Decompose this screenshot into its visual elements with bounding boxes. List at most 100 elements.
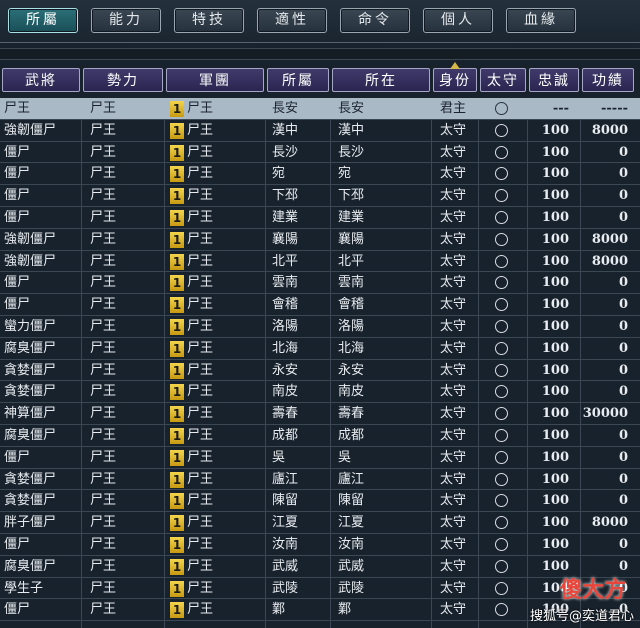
table-row[interactable]: 貪婪僵尸 尸王 尸王 永安 永安 太守 1 100 0 [0, 360, 640, 382]
corps-number-badge: 1 [170, 144, 184, 161]
cell-location: 江夏 [338, 515, 365, 531]
table-row[interactable]: 僵尸 尸王 尸王 吳 吳 太守 1 100 0 [0, 447, 640, 469]
table-row[interactable]: 強韌僵尸 尸王 尸王 北平 北平 太守 1 100 8000 [0, 251, 640, 273]
cell-location: 成都 [338, 427, 365, 443]
cell-rank: 太守 [440, 318, 467, 334]
cell-general: 學生子 [4, 580, 44, 596]
cell-belong: 武陵 [272, 580, 299, 596]
col-header-belong[interactable]: 所屬 [267, 68, 329, 92]
cell-loyalty: 100 [541, 384, 569, 400]
cell-location: 永安 [338, 362, 365, 378]
cell-loyalty: 100 [541, 209, 569, 225]
cell-corps: 尸王 [187, 101, 214, 116]
table-row[interactable]: 強韌僵尸 尸王 尸王 襄陽 襄陽 太守 1 100 8000 [0, 229, 640, 251]
tab-bloodline[interactable]: 血緣 [506, 8, 576, 33]
table-row[interactable]: 僵尸 尸王 尸王 會稽 會稽 太守 1 100 0 [0, 294, 640, 316]
cell-general: 僵尸 [4, 209, 31, 225]
cell-location: 建業 [338, 209, 365, 225]
corps-number-badge: 1 [170, 253, 184, 270]
governor-circle-icon [495, 537, 508, 551]
cell-location: 北海 [338, 340, 365, 356]
cell-merit: 0 [618, 384, 628, 400]
cell-location: 襄陽 [338, 231, 365, 247]
table-row[interactable]: 貪婪僵尸 尸王 尸王 南皮 南皮 太守 1 100 0 [0, 381, 640, 404]
tab-affiliation[interactable]: 所屬 [8, 8, 78, 33]
tab-skills[interactable]: 特技 [174, 8, 244, 33]
cell-belong: 北海 [272, 340, 299, 356]
cell-corps: 尸王 [187, 515, 214, 531]
governor-circle-icon [495, 428, 508, 442]
table-row[interactable]: 僵尸 尸王 尸王 下邳 下邳 太守 1 100 0 [0, 185, 640, 207]
cell-corps: 尸王 [187, 602, 214, 618]
corps-number-badge: 1 [170, 209, 184, 226]
cell-belong: 漢中 [272, 122, 299, 138]
cell-loyalty: 100 [541, 166, 569, 182]
table-row[interactable]: 僵尸 尸王 尸王 汝南 汝南 太守 1 100 0 [0, 534, 640, 556]
tab-ability[interactable]: 能力 [91, 8, 161, 33]
cell-loyalty: 100 [541, 362, 569, 378]
table-row[interactable]: 腐臭僵尸 尸王 尸王 北海 北海 太守 1 100 0 [0, 338, 640, 360]
cell-corps: 尸王 [187, 122, 214, 138]
corps-number-badge: 1 [170, 515, 184, 532]
cell-merit: 8000 [591, 253, 628, 269]
corps-number-badge: 1 [170, 427, 184, 444]
col-header-location[interactable]: 所在 [332, 68, 430, 92]
cell-general: 蠻力僵尸 [4, 318, 57, 334]
table-row[interactable]: 尸王 尸王 尸王 長安 長安 君主 1 --- ----- [0, 98, 640, 120]
governor-circle-icon [495, 341, 508, 355]
cell-belong: 吳 [272, 449, 286, 465]
table-row[interactable]: 腐臭僵尸 尸王 尸王 成都 成都 太守 1 100 0 [0, 425, 640, 447]
corps-number-badge: 1 [170, 449, 184, 466]
table-row[interactable]: 僵尸 尸王 尸王 長沙 長沙 太守 1 100 0 [0, 142, 640, 164]
table-row[interactable]: 神算僵尸 尸王 尸王 壽春 壽春 太守 1 100 30000 [0, 403, 640, 425]
cell-loyalty: 100 [541, 427, 569, 443]
cell-merit: 0 [618, 166, 628, 182]
cell-loyalty: 100 [541, 275, 569, 291]
col-header-rank-label: 身份 [439, 73, 471, 89]
cell-loyalty: 100 [541, 449, 569, 465]
cell-loyalty: 100 [541, 318, 569, 334]
table-row[interactable]: 腐臭僵尸 尸王 尸王 武威 武威 太守 1 100 0 [0, 556, 640, 578]
tab-orders[interactable]: 命令 [340, 8, 410, 33]
col-header-corps[interactable]: 軍團 [166, 68, 264, 92]
table-row[interactable]: 胖子僵尸 尸王 尸王 江夏 江夏 太守 1 100 8000 [0, 512, 640, 534]
col-header-rank[interactable]: 身份 [433, 62, 477, 92]
corps-number-badge: 1 [170, 602, 184, 619]
cell-merit: 0 [618, 144, 628, 160]
col-header-force[interactable]: 勢力 [83, 68, 163, 92]
cell-belong: 建業 [272, 209, 299, 225]
col-header-loyalty[interactable]: 忠誠 [529, 68, 579, 92]
table-row[interactable]: 學生子 尸王 尸王 武陵 武陵 太守 1 100 0 [0, 578, 640, 600]
cell-force: 尸王 [90, 580, 117, 596]
cell-corps: 尸王 [187, 427, 214, 443]
cell-corps: 尸王 [187, 536, 214, 552]
cell-force: 尸王 [90, 471, 117, 487]
col-header-merit[interactable]: 功績 [582, 68, 634, 92]
cell-corps: 尸王 [187, 340, 214, 356]
governor-circle-icon [495, 603, 508, 617]
col-header-governor[interactable]: 太守 [480, 68, 526, 92]
cell-general: 僵尸 [4, 602, 31, 618]
cell-belong: 北平 [272, 253, 299, 269]
cell-rank: 太守 [440, 122, 467, 138]
cell-corps: 尸王 [187, 231, 214, 247]
table-row[interactable]: 僵尸 尸王 尸王 建業 建業 太守 1 100 0 [0, 207, 640, 229]
governor-circle-icon [495, 319, 508, 333]
col-header-general[interactable]: 武將 [2, 68, 80, 92]
table-row[interactable]: 貪婪僵尸 尸王 尸王 廬江 廬江 太守 1 100 0 [0, 469, 640, 491]
tab-personal[interactable]: 個人 [423, 8, 493, 33]
cell-corps: 尸王 [187, 144, 214, 160]
table-row[interactable]: 貪婪僵尸 尸王 尸王 陳留 陳留 太守 1 100 0 [0, 490, 640, 513]
table-row[interactable]: 蠻力僵尸 尸王 尸王 洛陽 洛陽 太守 1 100 0 [0, 316, 640, 338]
cell-rank: 君主 [440, 101, 467, 116]
table-row[interactable]: 僵尸 尸王 尸王 雲南 雲南 太守 1 100 0 [0, 272, 640, 295]
cell-rank: 太守 [440, 384, 467, 400]
cell-rank: 太守 [440, 449, 467, 465]
cell-force: 尸王 [90, 340, 117, 356]
table-row[interactable]: 強韌僵尸 尸王 尸王 漢中 漢中 太守 1 100 8000 [0, 120, 640, 142]
cell-location: 南皮 [338, 384, 365, 400]
table-row[interactable]: 僵尸 尸王 尸王 宛 宛 太守 1 100 0 [0, 163, 640, 186]
tab-aptitude[interactable]: 適性 [257, 8, 327, 33]
cell-general: 貪婪僵尸 [4, 384, 57, 400]
cell-location: 鄴 [338, 602, 352, 618]
